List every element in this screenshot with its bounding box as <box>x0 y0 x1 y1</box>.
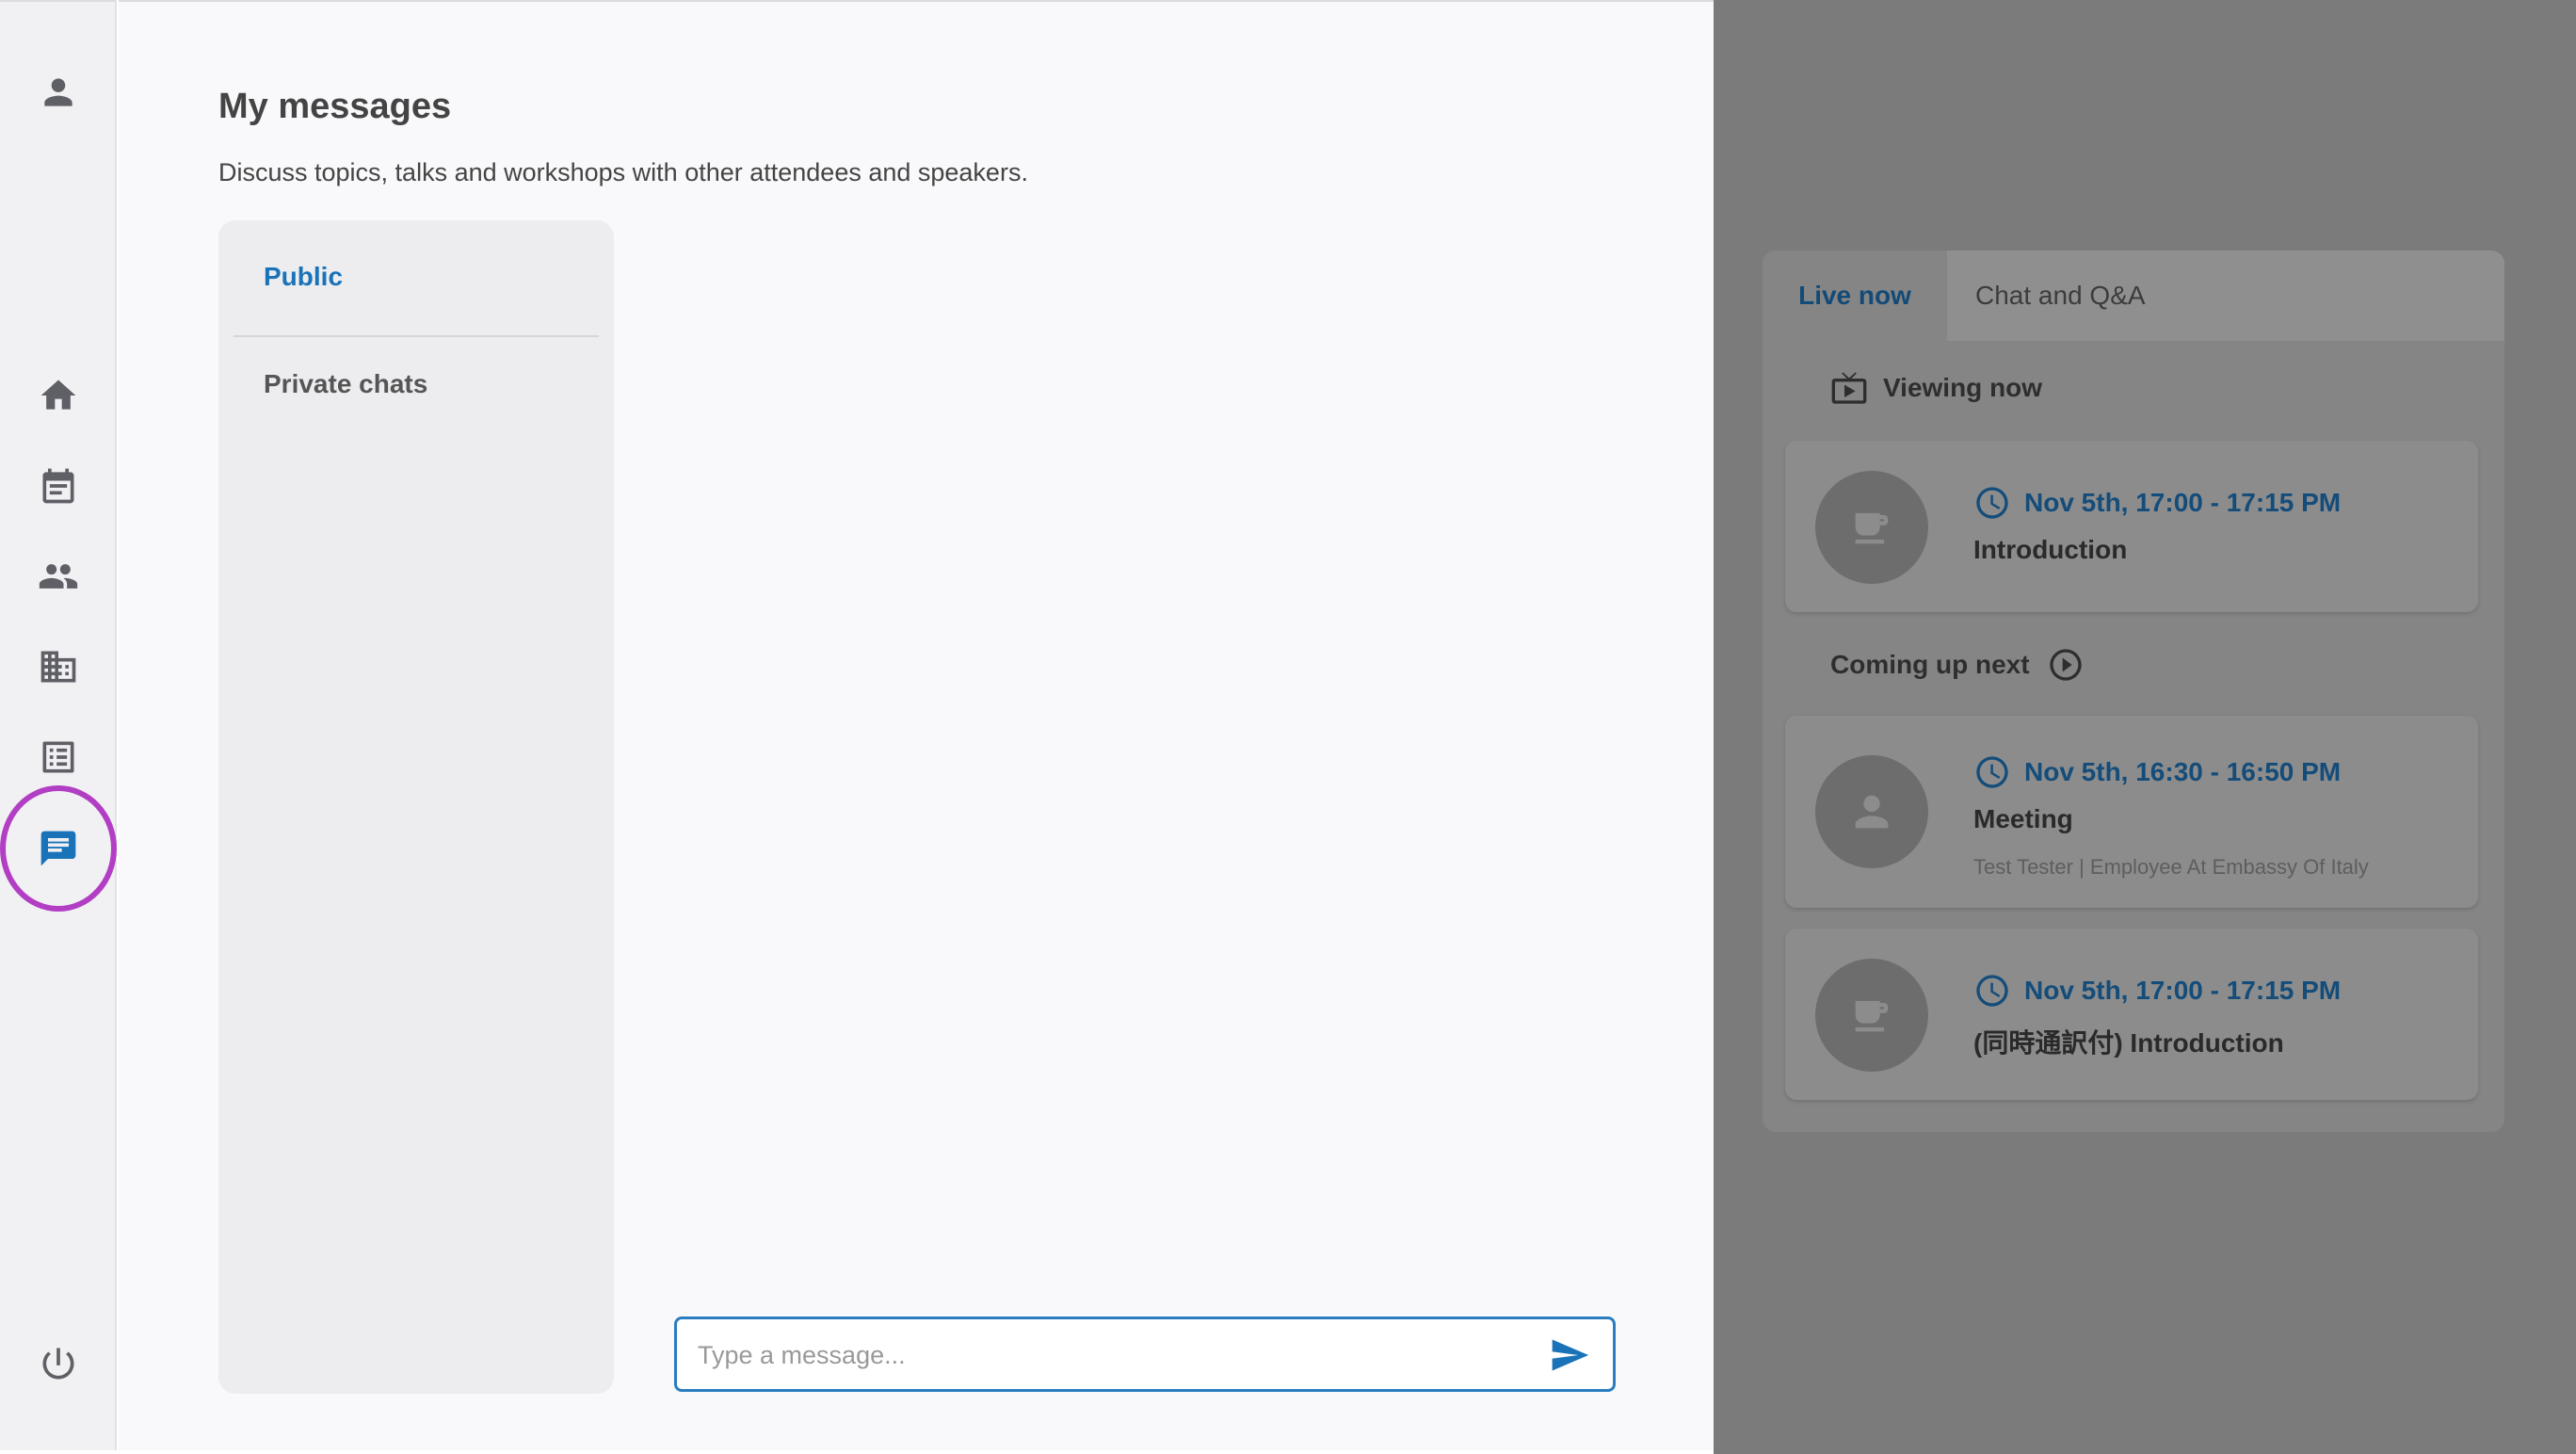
channel-divider <box>233 335 599 337</box>
tab-live-now[interactable]: Live now <box>1763 250 1947 341</box>
session-time-text: Nov 5th, 16:30 - 16:50 PM <box>2024 757 2342 786</box>
messages-main: My messages Discuss topics, talks and wo… <box>119 0 1714 1450</box>
calendar-icon[interactable] <box>36 463 81 509</box>
session-time-text: Nov 5th, 17:00 - 17:15 PM <box>2024 976 2342 1005</box>
viewing-now-heading: Viewing now <box>1830 369 2042 407</box>
coming-up-label: Coming up next <box>1830 650 2030 679</box>
channel-private-chats[interactable]: Private chats <box>264 369 427 399</box>
channel-public[interactable]: Public <box>264 262 343 292</box>
session-card-next-1[interactable]: Nov 5th, 16:30 - 16:50 PM Meeting Test T… <box>1785 716 2478 908</box>
clock-icon <box>1976 975 2008 1007</box>
live-panel-overlay[interactable]: Live now Chat and Q&A Viewing now Nov 5t… <box>1714 0 2576 1454</box>
tab-chat-qa[interactable]: Chat and Q&A <box>1947 250 2504 341</box>
send-icon[interactable] <box>1547 1334 1592 1376</box>
coffee-icon <box>1815 959 1928 1072</box>
live-card: Live now Chat and Q&A Viewing now Nov 5t… <box>1763 250 2504 1132</box>
session-card-next-2[interactable]: Nov 5th, 17:00 - 17:15 PM (同時通訳付) Introd… <box>1785 929 2478 1100</box>
people-icon[interactable] <box>36 554 81 599</box>
page-subtitle: Discuss topics, talks and workshops with… <box>218 158 1028 186</box>
session-title: Introduction <box>1973 535 2128 564</box>
tv-icon <box>1831 372 1867 404</box>
session-time: Nov 5th, 16:30 - 16:50 PM <box>1973 753 2341 791</box>
profile-icon[interactable] <box>36 70 81 115</box>
coming-up-heading: Coming up next <box>1830 646 2085 684</box>
message-composer <box>674 1317 1616 1392</box>
session-speaker: Test Tester | Employee At Embassy Of Ita… <box>1973 855 2369 879</box>
session-time: Nov 5th, 17:00 - 17:15 PM <box>1973 484 2341 522</box>
clock-icon <box>1976 487 2008 519</box>
power-icon[interactable] <box>36 1341 81 1386</box>
sidebar <box>0 0 117 1450</box>
session-title: (同時通訳付) Introduction <box>1973 1028 2284 1058</box>
list-icon[interactable] <box>36 735 81 780</box>
session-title: Meeting <box>1973 804 2073 833</box>
session-card-now[interactable]: Nov 5th, 17:00 - 17:15 PM Introduction <box>1785 441 2478 612</box>
session-time: Nov 5th, 17:00 - 17:15 PM <box>1973 972 2341 1010</box>
page-title: My messages <box>218 87 452 126</box>
session-time-text: Nov 5th, 17:00 - 17:15 PM <box>2024 488 2342 517</box>
viewing-now-label: Viewing now <box>1883 373 2043 402</box>
clock-icon <box>1976 756 2008 788</box>
coffee-icon <box>1815 471 1928 584</box>
message-input[interactable] <box>696 1333 1528 1378</box>
play-circle-icon[interactable] <box>2047 646 2085 684</box>
channel-list: Public Private chats <box>218 220 614 1394</box>
building-icon[interactable] <box>36 644 81 689</box>
active-item-highlight <box>0 785 117 912</box>
person-icon <box>1815 755 1928 868</box>
home-icon[interactable] <box>36 373 81 418</box>
